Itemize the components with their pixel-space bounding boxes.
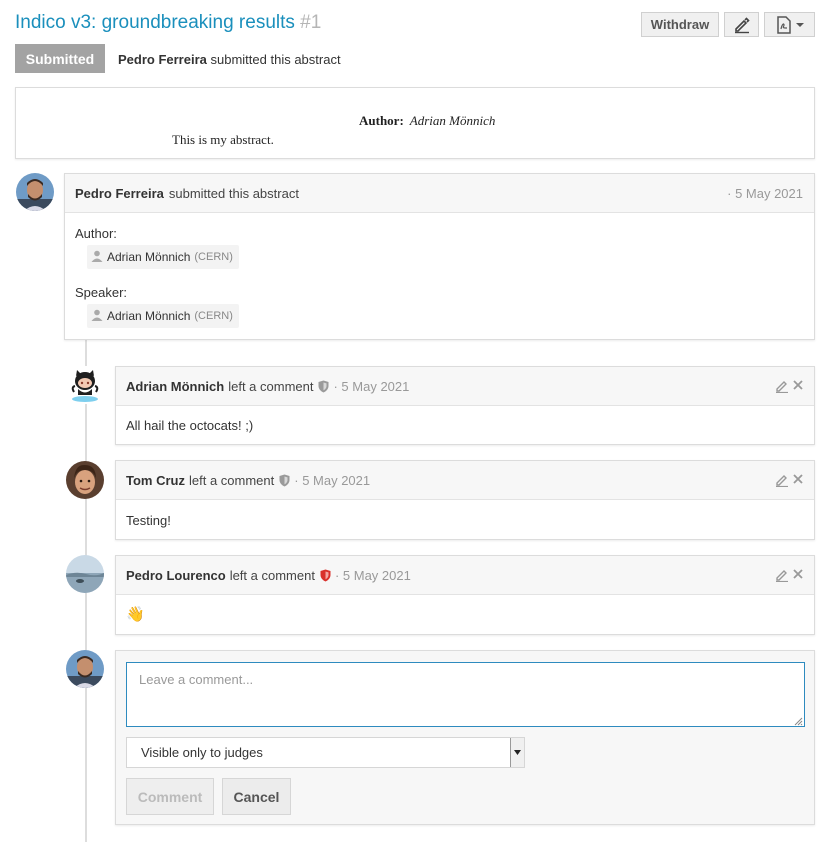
status-actor[interactable]: Pedro Ferreira: [118, 52, 207, 67]
submission-date: · 5 May 2021: [727, 185, 803, 201]
user-icon: [91, 250, 107, 265]
comment-text: Testing!: [126, 513, 171, 528]
visibility-value: Visible only to judges: [141, 745, 263, 760]
cancel-button[interactable]: Cancel: [222, 778, 291, 815]
abstract-author-name: Adrian Mönnich: [409, 113, 496, 128]
status-badge: Submitted: [15, 44, 105, 73]
abstract-author-line: Author: Adrian Mönnich: [359, 113, 495, 129]
comment-input[interactable]: [126, 662, 805, 727]
author-affiliation: (CERN): [194, 251, 233, 263]
shield-icon: [318, 380, 329, 393]
comment-author[interactable]: Pedro Lourenco: [126, 568, 226, 583]
status-line: Pedro Ferreira submitted this abstract: [118, 52, 341, 67]
comment-author[interactable]: Adrian Mönnich: [126, 379, 224, 394]
delete-comment-icon[interactable]: [792, 473, 804, 490]
speaker-chip: Adrian Mönnich (CERN): [87, 304, 239, 328]
author-chip: Adrian Mönnich (CERN): [87, 245, 239, 269]
speaker-name: Adrian Mönnich: [107, 309, 191, 323]
edit-comment-icon[interactable]: [775, 568, 789, 585]
avatar: [16, 173, 54, 211]
comment-header: Pedro Lourenco left a comment · 5 May 20…: [116, 556, 814, 595]
shield-icon: [279, 474, 290, 487]
resize-handle-icon[interactable]: [793, 714, 803, 726]
avatar: [66, 650, 104, 688]
comment-card: Pedro Lourenco left a comment · 5 May 20…: [115, 555, 815, 635]
comment-text: All hail the octocats! ;): [126, 418, 254, 433]
abstract-number: #1: [300, 12, 322, 33]
author-name: Adrian Mönnich: [107, 250, 191, 264]
comment-submit-button[interactable]: Comment: [126, 778, 214, 815]
comment-card: Tom Cruz left a comment · 5 May 2021 Tes…: [115, 460, 815, 540]
delete-comment-icon[interactable]: [792, 379, 804, 396]
speaker-label: Speaker:: [75, 285, 128, 300]
visibility-select[interactable]: Visible only to judges: [126, 737, 525, 768]
comment-date: · 5 May 2021: [333, 378, 410, 394]
author-label: Author:: [75, 226, 117, 241]
select-arrow-icon[interactable]: [510, 738, 524, 767]
octocat-icon: [66, 366, 104, 404]
comment-date: · 5 May 2021: [334, 567, 411, 583]
user-icon: [91, 309, 107, 324]
avatar: [66, 366, 104, 404]
comment-card: Adrian Mönnich left a comment · 5 May 20…: [115, 366, 815, 445]
submission-card: Pedro Ferreira submitted this abstract ·…: [64, 173, 815, 340]
comment-action: left a comment: [229, 567, 315, 583]
comment-actions: [775, 568, 804, 585]
submission-action: submitted this abstract: [168, 185, 299, 201]
delete-comment-icon[interactable]: [792, 568, 804, 585]
pdf-icon: [776, 15, 792, 34]
shield-icon: [320, 569, 331, 582]
submission-actor[interactable]: Pedro Ferreira: [75, 186, 164, 201]
comment-header: Adrian Mönnich left a comment · 5 May 20…: [116, 367, 814, 406]
page-title: Indico v3: groundbreaking results #1: [15, 12, 321, 34]
comment-text: 👋: [126, 606, 145, 623]
avatar: [66, 461, 104, 499]
abstract-text: This is my abstract.: [172, 132, 274, 147]
comment-actions: [775, 379, 804, 396]
comment-actions: [775, 473, 804, 490]
speaker-affiliation: (CERN): [194, 310, 233, 322]
edit-comment-icon[interactable]: [775, 379, 789, 396]
comment-author[interactable]: Tom Cruz: [126, 473, 185, 488]
comment-header: Tom Cruz left a comment · 5 May 2021: [116, 461, 814, 500]
abstract-title[interactable]: Indico v3: groundbreaking results: [15, 12, 295, 33]
pencil-icon: [733, 16, 751, 34]
submission-header: Pedro Ferreira submitted this abstract ·…: [65, 174, 814, 213]
withdraw-button[interactable]: Withdraw: [641, 12, 719, 37]
edit-comment-icon[interactable]: [775, 473, 789, 490]
comment-date: · 5 May 2021: [294, 472, 371, 488]
chevron-down-icon: [795, 22, 804, 28]
status-action: submitted this abstract: [210, 52, 341, 67]
abstract-author-label: Author:: [359, 113, 404, 128]
comment-form: Visible only to judges Comment Cancel: [115, 650, 815, 825]
abstract-content: Author: Adrian Mönnich This is my abstrac…: [15, 87, 815, 159]
pdf-dropdown-button[interactable]: [764, 12, 815, 37]
edit-button[interactable]: [724, 12, 759, 37]
comment-action: left a comment: [228, 378, 314, 394]
comment-action: left a comment: [188, 472, 275, 488]
avatar: [66, 555, 104, 593]
